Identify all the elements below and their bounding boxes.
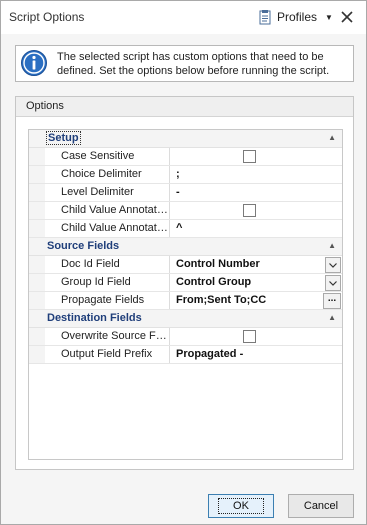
property-name: Choice Delimiter: [45, 166, 170, 183]
cancel-button[interactable]: Cancel: [288, 494, 354, 518]
property-row-level-delimiter[interactable]: Level Delimiter -: [29, 184, 342, 202]
dropdown-button[interactable]: [325, 275, 341, 291]
doc-id-field-value[interactable]: Control Number: [171, 256, 342, 273]
close-button[interactable]: [337, 7, 357, 27]
ok-button[interactable]: OK: [208, 494, 274, 518]
info-banner: The selected script has custom options t…: [15, 45, 354, 82]
chevron-down-icon: ▼: [325, 12, 333, 22]
collapse-icon[interactable]: ▲: [328, 241, 336, 250]
property-row-propagate-fields[interactable]: Propagate Fields From;Sent To;CC ...: [29, 292, 342, 310]
chevron-down-icon: [329, 262, 337, 268]
group-id-field-value[interactable]: Control Group: [171, 274, 342, 291]
document-icon: [259, 9, 271, 24]
overwrite-source-fields-checkbox[interactable]: [243, 330, 256, 343]
row-gutter: [29, 256, 45, 273]
info-icon: [21, 50, 47, 76]
dropdown-button[interactable]: [325, 257, 341, 273]
ok-label: OK: [218, 498, 264, 514]
profiles-label: Profiles: [277, 10, 318, 24]
property-row-choice-delimiter[interactable]: Choice Delimiter ;: [29, 166, 342, 184]
child-value-annotation-char-value[interactable]: ^: [171, 220, 342, 237]
options-header: Options: [16, 97, 353, 117]
script-options-dialog: Script Options Profiles ▼ The selected s…: [0, 0, 367, 525]
row-gutter: [29, 148, 45, 165]
row-gutter: [29, 166, 45, 183]
collapse-icon[interactable]: ▲: [328, 313, 336, 322]
category-source-fields[interactable]: Source Fields ▲: [29, 238, 342, 256]
row-gutter: [29, 346, 45, 363]
profiles-button[interactable]: Profiles ▼: [259, 8, 333, 26]
property-row-doc-id-field[interactable]: Doc Id Field Control Number: [29, 256, 342, 274]
row-gutter: [29, 292, 45, 309]
property-row-group-id-field[interactable]: Group Id Field Control Group: [29, 274, 342, 292]
row-gutter: [29, 220, 45, 237]
property-name: Child Value Annotation ...: [45, 220, 170, 237]
property-name: Doc Id Field: [45, 256, 170, 273]
chevron-down-icon: [329, 280, 337, 286]
choice-delimiter-value[interactable]: ;: [171, 166, 342, 183]
property-value[interactable]: [171, 148, 342, 165]
property-name: Case Sensitive: [45, 148, 170, 165]
row-gutter: [29, 202, 45, 219]
property-row-case-sensitive[interactable]: Case Sensitive: [29, 148, 342, 166]
options-panel: Options Setup ▲ Case Sensitive Choice De…: [15, 96, 354, 470]
category-setup[interactable]: Setup ▲: [29, 130, 342, 148]
info-message: The selected script has custom options t…: [57, 51, 330, 77]
combo-value: Control Group: [176, 276, 252, 288]
row-gutter: [29, 274, 45, 291]
propagate-fields-text: From;Sent To;CC: [176, 294, 267, 306]
property-row-child-value-annotation[interactable]: Child Value Annotation: [29, 202, 342, 220]
child-value-annotation-checkbox[interactable]: [243, 204, 256, 217]
row-gutter: [29, 184, 45, 201]
property-row-child-value-annotation-char[interactable]: Child Value Annotation ... ^: [29, 220, 342, 238]
level-delimiter-value[interactable]: -: [171, 184, 342, 201]
browse-button[interactable]: ...: [323, 293, 341, 309]
row-gutter: [29, 328, 45, 345]
property-grid: Setup ▲ Case Sensitive Choice Delimiter …: [28, 129, 343, 460]
case-sensitive-checkbox[interactable]: [243, 150, 256, 163]
property-value[interactable]: [171, 328, 342, 345]
propagate-fields-value[interactable]: From;Sent To;CC ...: [171, 292, 342, 309]
property-name: Group Id Field: [45, 274, 170, 291]
category-label: Setup: [46, 131, 81, 145]
category-label: Destination Fields: [47, 312, 142, 324]
property-name: Overwrite Source Fields: [45, 328, 170, 345]
title-bar: Script Options Profiles ▼: [1, 1, 366, 34]
category-destination-fields[interactable]: Destination Fields ▲: [29, 310, 342, 328]
combo-value: Control Number: [176, 258, 260, 270]
property-name: Child Value Annotation: [45, 202, 170, 219]
property-name: Output Field Prefix: [45, 346, 170, 363]
options-title: Options: [26, 100, 64, 112]
property-name: Level Delimiter: [45, 184, 170, 201]
property-value[interactable]: [171, 202, 342, 219]
output-field-prefix-value[interactable]: Propagated -: [171, 346, 342, 363]
property-row-overwrite-source-fields[interactable]: Overwrite Source Fields: [29, 328, 342, 346]
window-title: Script Options: [9, 10, 85, 24]
category-label: Source Fields: [47, 240, 120, 252]
collapse-icon[interactable]: ▲: [328, 133, 336, 142]
property-name: Propagate Fields: [45, 292, 170, 309]
property-row-output-field-prefix[interactable]: Output Field Prefix Propagated -: [29, 346, 342, 364]
close-icon: [341, 11, 353, 23]
